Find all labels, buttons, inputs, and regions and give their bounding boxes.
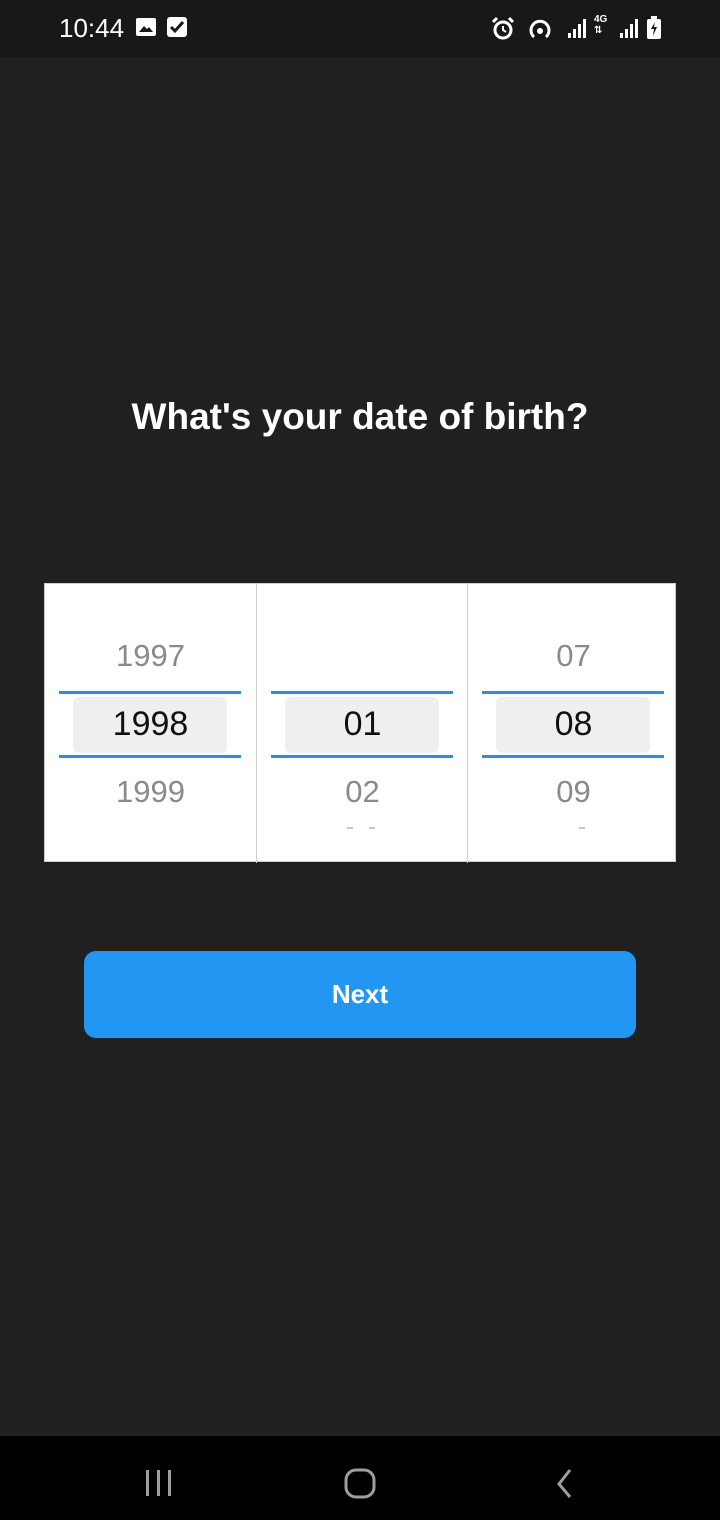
selection-line-top xyxy=(59,691,241,694)
date-picker: 1997 1998 1999 01 02 07 08 09 xyxy=(44,583,679,863)
back-icon[interactable] xyxy=(532,1454,592,1502)
battery-charging-icon xyxy=(646,16,662,45)
signal-icon xyxy=(618,16,640,45)
year-option-prev[interactable]: 1997 xyxy=(45,638,256,674)
day-option-next[interactable]: 09 xyxy=(468,774,679,810)
home-icon[interactable] xyxy=(330,1454,390,1502)
day-picker[interactable]: 07 08 09 xyxy=(467,584,679,863)
day-option-prev[interactable]: 07 xyxy=(468,638,679,674)
selection-line-bottom xyxy=(271,755,453,758)
month-option-next[interactable]: 02 xyxy=(257,774,468,810)
next-button[interactable]: Next xyxy=(84,951,636,1038)
selection-line-bottom xyxy=(482,755,664,758)
hotspot-icon xyxy=(526,16,554,47)
navigation-bar xyxy=(0,1436,720,1520)
4g-icon: 4G ⇅ xyxy=(594,14,608,36)
selection-line-top xyxy=(271,691,453,694)
recents-icon[interactable] xyxy=(129,1454,189,1502)
month-option-selected[interactable]: 01 xyxy=(257,705,468,744)
scroll-hint xyxy=(468,827,679,833)
image-icon xyxy=(135,16,157,43)
month-picker[interactable]: 01 02 xyxy=(256,584,468,863)
signal-icon xyxy=(566,16,588,45)
year-option-selected[interactable]: 1998 xyxy=(45,705,256,744)
selection-line-bottom xyxy=(59,755,241,758)
day-option-selected[interactable]: 08 xyxy=(468,705,679,744)
status-bar: 10:44 4G ⇅ xyxy=(0,0,720,57)
alarm-icon xyxy=(490,16,516,47)
year-picker[interactable]: 1997 1998 1999 xyxy=(45,584,256,863)
check-box-icon xyxy=(166,16,188,43)
page-title: What's your date of birth? xyxy=(131,396,589,437)
network-label: 4G xyxy=(594,14,608,25)
status-time: 10:44 xyxy=(59,13,125,43)
scroll-hint xyxy=(257,827,468,833)
selection-line-top xyxy=(482,691,664,694)
year-option-next[interactable]: 1999 xyxy=(45,774,256,810)
